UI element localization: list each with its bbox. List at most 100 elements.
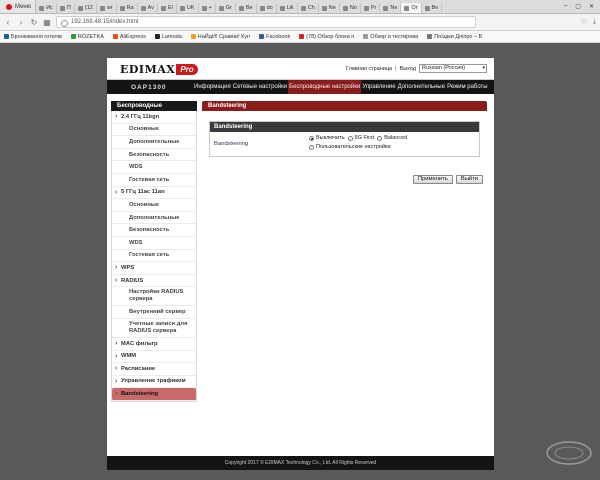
nav-item[interactable]: Сетевые настройки: [232, 80, 288, 94]
radio-button[interactable]: [377, 136, 383, 141]
bandsteering-option[interactable]: Balanced: [377, 135, 407, 142]
tab-favicon-icon: [119, 5, 125, 11]
sidebar-item[interactable]: Дополнительные: [112, 136, 196, 149]
sidebar-item[interactable]: WPS: [112, 262, 196, 275]
browser-tab[interactable]: wr: [97, 2, 117, 13]
exit-link[interactable]: Выход: [400, 66, 416, 72]
forward-icon[interactable]: ›: [17, 18, 25, 27]
bandsteering-option[interactable]: 5G First: [347, 135, 374, 142]
browser-tab-label: Gr: [225, 5, 232, 11]
browser-tab[interactable]: Ne: [319, 2, 340, 13]
sidebar-item[interactable]: Учетные записи для RADIUS сервера: [112, 319, 196, 338]
bookmark-item[interactable]: Обзор и тестирова: [363, 34, 418, 40]
download-icon[interactable]: ⤓: [593, 18, 596, 26]
browser-tab[interactable]: do: [257, 2, 277, 13]
browser-tab-label: wr: [106, 5, 113, 11]
close-icon[interactable]: ✕: [589, 3, 594, 10]
bookmark-label: Бронювання готелів: [11, 33, 62, 40]
browser-tab[interactable]: Lik: [277, 2, 298, 13]
sidebar-item[interactable]: Bandsteering: [112, 388, 196, 401]
browser-tab-label: El: [168, 5, 173, 11]
browser-tab[interactable]: Gr: [216, 2, 236, 13]
bookmark-item[interactable]: AliExpress: [112, 34, 146, 40]
sidebar-item[interactable]: RADIUS: [112, 275, 196, 288]
bookmark-item[interactable]: Lamoda: [154, 33, 182, 40]
bookmark-item[interactable]: Бронювання готелів: [4, 34, 62, 40]
sidebar-item[interactable]: Гостевая сеть: [112, 174, 196, 187]
bookmark-favicon-icon: [363, 34, 369, 39]
grid-icon[interactable]: ▦: [43, 18, 51, 27]
bookmark-label: Lamoda: [161, 33, 182, 40]
tab-favicon-icon: [238, 5, 244, 11]
reload-icon[interactable]: ↻: [30, 18, 38, 27]
bookmark-item[interactable]: Facebook: [259, 34, 290, 40]
nav-item[interactable]: Режим работы: [446, 80, 489, 94]
bookmark-item[interactable]: (78) Обзор блока п: [299, 34, 354, 40]
nav-item[interactable]: Управление: [361, 80, 396, 94]
sidebar-item[interactable]: 5 ГГц 11ac 11an: [112, 187, 196, 200]
browser-tab[interactable]: (12: [75, 2, 97, 13]
browser-tab[interactable]: Be: [236, 2, 257, 13]
sidebar-item[interactable]: MAC фильтр: [112, 338, 196, 351]
language-select[interactable]: Russian (Россия) ▾: [419, 64, 487, 73]
sidebar-item[interactable]: Настройки RADIUS сервера: [112, 287, 196, 307]
sidebar-item[interactable]: Внутренний сервер: [112, 306, 196, 319]
link-separator: |: [395, 65, 397, 72]
browser-tab-label: UK: [186, 5, 195, 11]
sidebar-item[interactable]: Основные: [112, 199, 196, 212]
sidebar-item[interactable]: Основные: [112, 124, 196, 137]
tab-favicon-icon: [161, 5, 166, 11]
browser-tab[interactable]: П: [57, 2, 75, 13]
browser-tab[interactable]: +: [199, 2, 216, 13]
browser-tab[interactable]: Or: [401, 2, 422, 13]
exit-button[interactable]: Выйти: [455, 175, 483, 184]
radio-button[interactable]: [309, 136, 314, 141]
bookmark-item[interactable]: ROZETKA: [70, 34, 104, 40]
minimize-icon[interactable]: –: [564, 3, 567, 10]
bookmark-item[interactable]: Поїздки Дніпро – Б: [427, 34, 482, 40]
maximize-icon[interactable]: ▢: [575, 3, 581, 10]
browser-tab[interactable]: Be: [422, 2, 443, 13]
back-icon[interactable]: ‹: [4, 18, 12, 27]
sidebar-item[interactable]: WDS: [112, 237, 196, 250]
browser-menu-button[interactable]: Меню: [0, 0, 37, 13]
sidebar-item[interactable]: Гостевая сеть: [112, 250, 196, 263]
browser-tab[interactable]: Ис: [36, 2, 57, 13]
browser-tab[interactable]: Pr: [361, 2, 381, 13]
apply-button[interactable]: Применить: [412, 175, 453, 184]
bookmark-favicon-icon: [427, 34, 433, 39]
browser-tab[interactable]: El: [158, 2, 177, 13]
sidebar-list: 2.4 ГГц 11bgnОсновныеДополнительныеБезоп…: [111, 111, 197, 402]
sidebar-item[interactable]: Дополнительные: [112, 212, 196, 225]
bandsteering-option[interactable]: Выключить: [309, 135, 345, 142]
router-body: Беспроводные 2.4 ГГц 11bgnОсновныеДополн…: [107, 94, 494, 456]
radio-button[interactable]: [309, 145, 314, 150]
sidebar-item[interactable]: Безопасность: [112, 224, 196, 237]
tab-favicon-icon: [201, 5, 207, 11]
radio-button[interactable]: [347, 136, 353, 141]
bandsteering-option[interactable]: Пользовательские настройки: [309, 144, 391, 151]
browser-tab[interactable]: No: [340, 2, 361, 13]
sidebar-item[interactable]: Расписание: [112, 363, 196, 376]
nav-item[interactable]: Дополнительные: [397, 80, 447, 94]
sidebar-title: Беспроводные: [111, 101, 197, 111]
browser-tab[interactable]: Ch: [298, 2, 319, 13]
home-link[interactable]: Главная страница: [346, 66, 392, 72]
sidebar-item[interactable]: 2.4 ГГц 11bgn: [112, 111, 196, 124]
tab-favicon-icon: [259, 5, 265, 11]
browser-tab[interactable]: Ra: [117, 2, 138, 13]
nav-item[interactable]: Информация: [193, 80, 232, 94]
browser-tab[interactable]: UK: [177, 2, 199, 13]
sidebar-item[interactable]: WMM: [112, 351, 196, 364]
sidebar-item[interactable]: WDS: [112, 161, 196, 174]
browser-tab[interactable]: Ne: [380, 2, 402, 13]
bookmark-item[interactable]: НаЙдИ! Сравни! Куп: [190, 34, 250, 40]
copyright-footer: Copyright 2017 © EDIMAX Technology Co., …: [107, 456, 494, 470]
nav-item[interactable]: Беспроводные настройки: [288, 80, 362, 94]
bookmark-heart-icon[interactable]: ♡: [581, 18, 587, 26]
browser-tab[interactable]: Av: [138, 2, 158, 13]
tab-favicon-icon: [363, 5, 369, 11]
url-input[interactable]: 192.168.48.15/index.html: [56, 16, 476, 28]
sidebar-item[interactable]: Управление трафиком: [112, 376, 196, 389]
sidebar-item[interactable]: Безопасность: [112, 149, 196, 162]
